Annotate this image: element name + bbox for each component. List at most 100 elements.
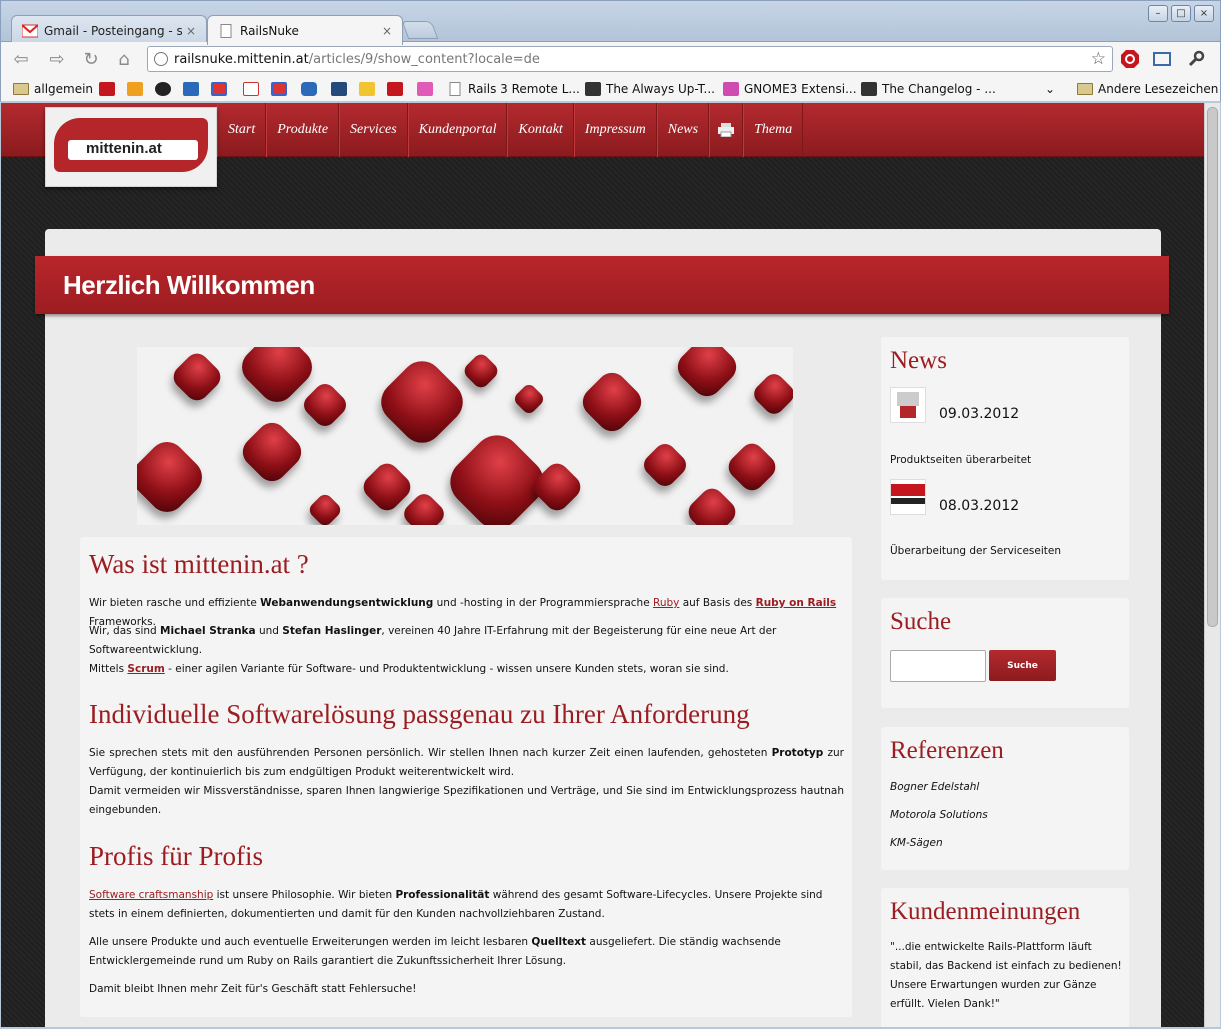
site-icon [585,82,601,96]
section-title: Individuelle Softwarelösung passgenau zu… [89,699,750,729]
paragraph: Damit bleibt Ihnen mehr Zeit für's Gesch… [89,983,417,995]
content-article: Was ist mittenin.at ? Wir bieten rasche … [80,537,852,1017]
link-software-craftsmanship[interactable]: Software craftsmanship [89,889,213,901]
search-input[interactable] [890,650,986,682]
bookmark-app-icon[interactable] [211,80,232,98]
paragraph: Alle unsere Produkte und auch eventuelle… [89,936,781,967]
nav-produkte[interactable]: Produkte [266,103,340,157]
news-date: 08.03.2012 [939,498,1020,514]
address-bar[interactable]: railsnuke.mittenin.at/articles/9/show_co… [147,46,1113,72]
bookmarks-bar: allgemein Rails 3 Remote L... The Always… [0,76,1221,102]
hero-image-gems [137,347,793,525]
bookmark-app2-icon[interactable] [271,80,292,98]
nav-news[interactable]: News [656,103,710,157]
page-viewport: Start Produkte Services Kundenportal Kon… [1,103,1204,1027]
sidebar-news: News 09.03.2012 Produktseiten überarbeit… [881,337,1129,580]
reference-item[interactable]: KM-Sägen [890,837,943,849]
page-icon [449,82,461,96]
testimonial-quote: "...die entwickelte Rails-Plattform läuf… [890,941,1122,1010]
browser-toolbar: ⇦ ⇨ ↻ ⌂ railsnuke.mittenin.at/articles/9… [0,42,1221,76]
reference-item[interactable]: Motorola Solutions [890,809,988,821]
link-ruby[interactable]: Ruby [653,597,679,609]
screen-capture-icon[interactable] [1151,48,1173,70]
welcome-banner: Herzlich Willkommen [35,256,1169,314]
reload-icon[interactable]: ↻ [79,47,103,71]
bookmark-cube-icon[interactable] [301,80,322,98]
nav-impressum[interactable]: Impressum [573,103,657,157]
bookmark-gnome3[interactable]: GNOME3 Extensi... [723,80,857,98]
bookmark-label: The Changelog - ... [882,82,996,96]
printer-icon[interactable] [709,103,744,157]
tab-title: RailsNuke [240,23,299,38]
bookmark-gmail-icon[interactable] [243,80,264,98]
bookmark-zotero-icon[interactable] [99,80,120,98]
nav-thema[interactable]: Thema [743,103,804,157]
bookmark-k-icon[interactable] [387,80,408,98]
tab-railsnuke[interactable]: RailsNuke × [207,15,403,45]
bookmark-html5-icon[interactable] [183,80,204,98]
bookmark-label: The Always Up-T... [606,82,715,96]
bookmark-rails-remote[interactable]: Rails 3 Remote L... [447,80,580,98]
bookmark-folder-andere[interactable]: Andere Lesezeichen [1077,80,1218,98]
site-logo[interactable]: mittenin.at [45,107,217,187]
bookmarks-overflow-chevron-icon[interactable]: ⌄ [1045,80,1055,98]
tab-close-icon[interactable]: × [382,24,392,38]
adblock-icon[interactable] [1119,48,1141,70]
gmail-icon [22,23,38,37]
bookmark-motorola-icon[interactable] [155,80,176,98]
news-thumbnail[interactable] [890,387,926,423]
back-icon[interactable]: ⇦ [9,47,33,71]
browser-titlebar: Gmail - Posteingang - stefa × RailsNuke … [0,0,1221,45]
bookmark-label: allgemein [34,82,94,96]
folder-icon [1077,83,1093,95]
news-text[interactable]: Produktseiten überarbeitet [890,454,1031,466]
new-tab-button[interactable] [401,21,439,39]
folder-icon [13,83,29,95]
sidebar-title: Referenzen [890,737,1004,764]
paragraph: Wir, das sind Michael Stranka und Stefan… [89,625,777,675]
page-icon [220,23,232,38]
sidebar-title: Kundenmeinungen [890,898,1081,925]
maximize-button[interactable]: □ [1171,5,1191,22]
link-ruby-on-rails[interactable]: Ruby on Rails [756,597,837,609]
home-icon[interactable]: ⌂ [112,47,136,71]
nav-kontakt[interactable]: Kontakt [507,103,574,157]
bookmark-label: Andere Lesezeichen [1098,82,1219,96]
sidebar-search: Suche Suche [881,598,1129,708]
minimize-button[interactable]: – [1148,5,1168,22]
tab-gmail[interactable]: Gmail - Posteingang - stefa × [11,15,207,45]
bookmark-pma-icon[interactable] [127,80,148,98]
bookmark-p-icon[interactable] [331,80,352,98]
bookmark-changelog[interactable]: The Changelog - ... [861,80,996,98]
bookmark-home-icon[interactable] [417,80,438,98]
bookmark-star-icon[interactable]: ☆ [1091,49,1106,69]
bookmark-always-up[interactable]: The Always Up-T... [585,80,715,98]
link-scrum[interactable]: Scrum [127,663,164,675]
sidebar-references: Referenzen Bogner Edelstahl Motorola Sol… [881,727,1129,870]
news-thumbnail[interactable] [890,479,926,515]
scrollbar-thumb[interactable] [1207,107,1218,627]
tab-close-icon[interactable]: × [186,24,196,38]
wrench-icon[interactable] [1185,48,1207,70]
bookmark-label: GNOME3 Extensi... [744,82,857,96]
logo-text: mittenin.at [86,140,162,157]
nav-kundenportal[interactable]: Kundenportal [407,103,508,157]
page-title: Herzlich Willkommen [63,270,315,300]
window-controls: – □ × [1148,5,1214,22]
close-window-button[interactable]: × [1194,5,1214,22]
sidebar-title: News [890,347,947,374]
bookmark-folder-allgemein[interactable]: allgemein [13,80,93,98]
paragraph: Software craftsmanship ist unsere Philos… [89,889,823,920]
nav-start[interactable]: Start [217,103,267,157]
gnome-icon [723,82,739,96]
forward-icon[interactable]: ⇨ [45,47,69,71]
sidebar-title: Suche [890,608,952,635]
nav-services[interactable]: Services [339,103,408,157]
news-text[interactable]: Überarbeitung der Serviceseiten [890,545,1061,557]
search-button[interactable]: Suche [989,650,1056,681]
tab-title: Gmail - Posteingang - stefa [44,23,182,38]
bookmark-ed-icon[interactable] [359,80,380,98]
page-scrollbar[interactable] [1204,103,1220,1027]
sidebar-testimonials: Kundenmeinungen "...die entwickelte Rail… [881,888,1129,1027]
reference-item[interactable]: Bogner Edelstahl [890,781,979,793]
